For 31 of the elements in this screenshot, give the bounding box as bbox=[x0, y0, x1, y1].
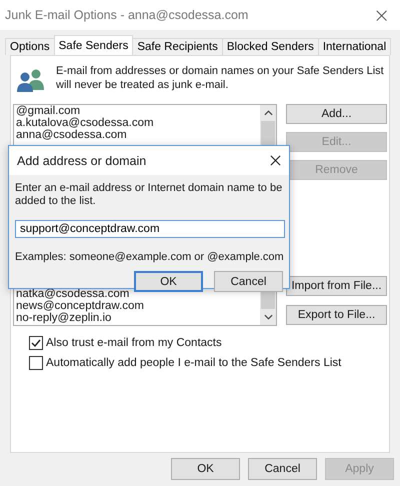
close-icon[interactable] bbox=[270, 155, 281, 166]
dialog-button[interactable]: Cancel bbox=[214, 271, 283, 292]
footer-button[interactable]: OK bbox=[171, 458, 240, 480]
list-item[interactable]: anna@csodessa.com bbox=[16, 129, 258, 141]
tab[interactable]: Options bbox=[5, 38, 55, 55]
tab[interactable]: Safe Recipients bbox=[132, 38, 223, 55]
side-button[interactable]: Export to File... bbox=[286, 305, 387, 325]
scroll-down-icon[interactable] bbox=[264, 314, 272, 320]
tab[interactable]: Safe Senders bbox=[54, 35, 134, 55]
examples-text: Examples: someone@example.com or @example.com bbox=[15, 251, 284, 263]
checkbox-label: Automatically add people I e-mail to the Safe Senders List bbox=[46, 357, 342, 369]
window-title: Junk E-mail Options - anna@csodessa.com bbox=[5, 8, 248, 22]
dialog-title: Add address or domain bbox=[17, 154, 146, 168]
footer-button[interactable]: Cancel bbox=[248, 458, 317, 480]
checkbox[interactable] bbox=[29, 336, 43, 350]
dialog-button[interactable]: OK bbox=[134, 271, 203, 292]
side-button[interactable]: Add... bbox=[286, 104, 387, 124]
people-icon bbox=[16, 68, 46, 92]
scroll-up-icon[interactable] bbox=[264, 110, 272, 116]
list-item[interactable]: @gmail.com bbox=[16, 105, 258, 117]
list-item[interactable]: a.kutalova@csodessa.com bbox=[16, 117, 258, 129]
list-item[interactable]: news@conceptdraw.com bbox=[16, 300, 258, 312]
list-item[interactable]: no-reply@zeplin.io bbox=[16, 312, 258, 324]
tab[interactable]: International bbox=[318, 38, 392, 55]
checkbox-label: Also trust e-mail from my Contacts bbox=[46, 337, 222, 349]
description-text: E-mail from addresses or domain names on your Safe Senders List will never be treated as junk e-mail. bbox=[56, 64, 385, 92]
side-button[interactable]: Import from File... bbox=[286, 276, 387, 296]
checkbox[interactable] bbox=[29, 356, 43, 370]
close-button[interactable]: × bbox=[369, 3, 394, 27]
address-field[interactable]: support@conceptdraw.com bbox=[15, 220, 285, 238]
prompt-text: Enter an e-mail address or Internet domain name to be added to the list. bbox=[15, 182, 284, 208]
